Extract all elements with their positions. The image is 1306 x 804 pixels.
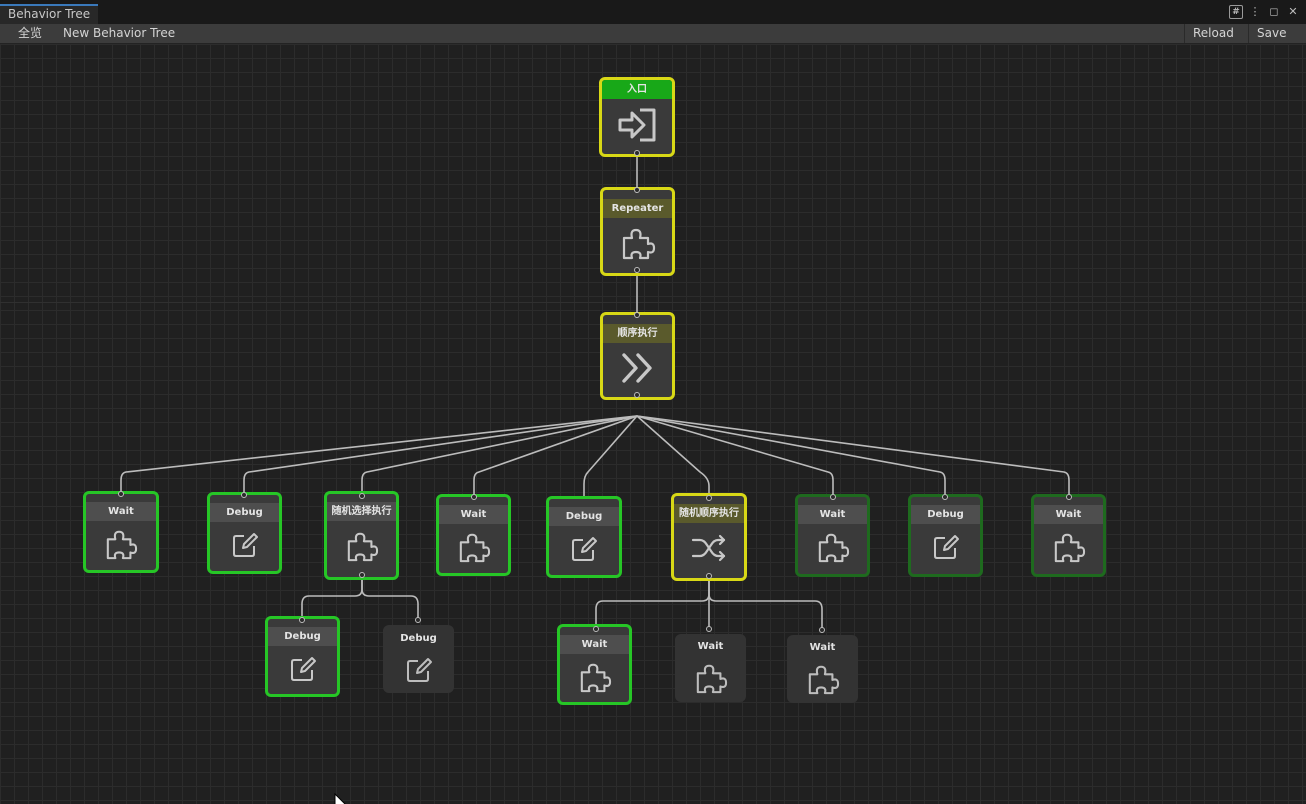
input-port[interactable] xyxy=(359,493,365,499)
input-port[interactable] xyxy=(593,626,599,632)
graph-canvas[interactable]: 入口 Repeater 顺序执行 Wait Debug 随机选择执行 Wait … xyxy=(0,44,1306,804)
entry-node-title: 入口 xyxy=(602,80,672,99)
window-titlebar: Behavior Tree # ⋮ ◻ ✕ xyxy=(0,0,1306,24)
edit-icon xyxy=(911,524,980,570)
input-port[interactable] xyxy=(299,617,305,623)
edge xyxy=(583,415,638,496)
wait-node[interactable]: Wait xyxy=(557,624,632,705)
input-port[interactable] xyxy=(634,312,640,318)
maximize-icon[interactable]: ◻ xyxy=(1267,5,1281,19)
wait-node-title: Wait xyxy=(560,635,629,654)
entry-node[interactable]: 入口 xyxy=(599,77,675,157)
edge xyxy=(595,580,710,628)
sequence-node[interactable]: 顺序执行 xyxy=(600,312,675,400)
puzzle-icon xyxy=(798,524,867,570)
input-port[interactable] xyxy=(241,492,247,498)
shuffle-icon xyxy=(674,523,744,573)
edge xyxy=(301,576,363,618)
input-port[interactable] xyxy=(942,494,948,500)
wait-node[interactable]: Wait xyxy=(675,634,746,702)
wait-node-title: Wait xyxy=(787,638,858,657)
puzzle-icon xyxy=(86,521,156,567)
output-port[interactable] xyxy=(634,150,640,156)
output-port[interactable] xyxy=(634,267,640,273)
edit-icon xyxy=(549,526,619,572)
wait-node[interactable]: Wait xyxy=(1031,494,1106,577)
wait-node-title: Wait xyxy=(675,637,746,656)
debug-node-title: Debug xyxy=(268,627,337,646)
overview-button[interactable]: 全览 xyxy=(10,24,50,43)
repeater-node-title: Repeater xyxy=(603,199,672,218)
puzzle-icon xyxy=(327,521,396,571)
input-port[interactable] xyxy=(118,491,124,497)
repeater-node[interactable]: Repeater xyxy=(600,187,675,276)
double-chevron-icon xyxy=(603,343,672,393)
debug-node[interactable]: Debug xyxy=(383,625,454,693)
wait-node-title: Wait xyxy=(439,505,508,524)
debug-node[interactable]: Debug xyxy=(207,492,282,574)
wait-node[interactable]: Wait xyxy=(795,494,870,577)
puzzle-icon xyxy=(439,524,508,570)
tree-name-label[interactable]: New Behavior Tree xyxy=(55,24,183,43)
puzzle-icon xyxy=(1034,524,1103,570)
wait-node[interactable]: Wait xyxy=(436,494,511,576)
input-port[interactable] xyxy=(830,494,836,500)
input-port[interactable] xyxy=(415,617,421,623)
edge xyxy=(708,580,823,629)
edge xyxy=(636,415,946,494)
edge xyxy=(636,415,834,494)
input-port[interactable] xyxy=(1066,494,1072,500)
debug-node[interactable]: Debug xyxy=(546,496,622,578)
input-port[interactable] xyxy=(706,495,712,501)
input-port[interactable] xyxy=(634,187,640,193)
puzzle-icon xyxy=(787,657,858,701)
debug-node[interactable]: Debug xyxy=(908,494,983,577)
output-port[interactable] xyxy=(634,392,640,398)
puzzle-icon xyxy=(560,654,629,700)
more-menu-icon[interactable]: ⋮ xyxy=(1248,5,1262,19)
output-port[interactable] xyxy=(706,573,712,579)
debug-node-title: Debug xyxy=(210,503,279,522)
debug-node-title: Debug xyxy=(383,629,454,648)
wait-node-title: Wait xyxy=(1034,505,1103,524)
edge xyxy=(361,415,638,492)
sequence-node-title: 顺序执行 xyxy=(603,324,672,343)
window-tab[interactable]: Behavior Tree xyxy=(0,4,99,24)
mouse-cursor-icon xyxy=(334,793,346,804)
close-icon[interactable]: ✕ xyxy=(1286,5,1300,19)
grid-toggle-icon[interactable]: # xyxy=(1229,5,1243,19)
input-port[interactable] xyxy=(819,627,825,633)
puzzle-icon xyxy=(603,218,672,268)
random-sequence-node[interactable]: 随机顺序执行 xyxy=(671,493,747,581)
edit-icon xyxy=(268,646,337,692)
reload-button[interactable]: Reload xyxy=(1184,24,1242,43)
save-button[interactable]: Save xyxy=(1248,24,1294,43)
edge xyxy=(361,576,419,618)
wait-node[interactable]: Wait xyxy=(787,635,858,703)
input-port[interactable] xyxy=(706,626,712,632)
edge xyxy=(243,415,638,492)
random-select-node[interactable]: 随机选择执行 xyxy=(324,491,399,580)
edit-icon xyxy=(383,648,454,692)
edit-icon xyxy=(210,522,279,568)
output-port[interactable] xyxy=(359,572,365,578)
toolbar: 全览 New Behavior Tree Reload Save xyxy=(0,24,1306,44)
random-select-node-title: 随机选择执行 xyxy=(327,502,396,521)
window-controls: # ⋮ ◻ ✕ xyxy=(1229,5,1300,19)
wait-node-title: Wait xyxy=(798,505,867,524)
debug-node[interactable]: Debug xyxy=(265,616,340,697)
puzzle-icon xyxy=(675,656,746,700)
enter-icon xyxy=(602,99,672,151)
debug-node-title: Debug xyxy=(911,505,980,524)
wait-node-title: Wait xyxy=(86,502,156,521)
debug-node-title: Debug xyxy=(549,507,619,526)
edge-layer xyxy=(120,153,1070,629)
input-port[interactable] xyxy=(471,494,477,500)
random-sequence-node-title: 随机顺序执行 xyxy=(674,504,744,523)
wait-node[interactable]: Wait xyxy=(83,491,159,573)
